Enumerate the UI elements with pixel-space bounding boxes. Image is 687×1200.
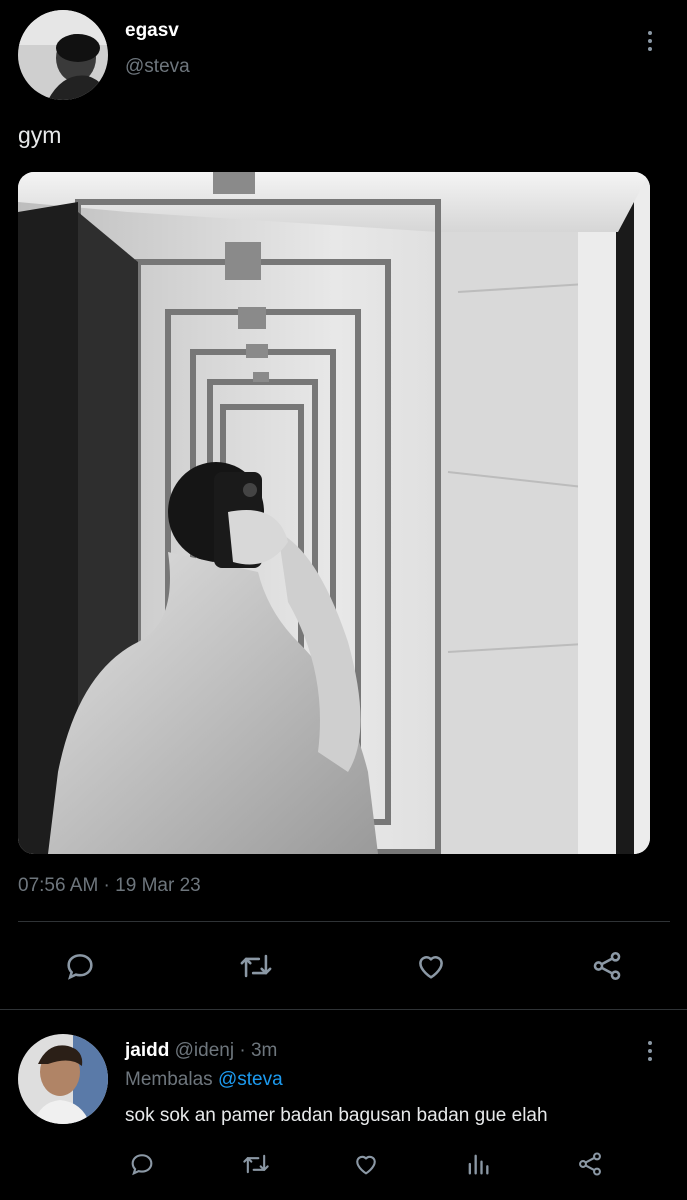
reply-icon[interactable] bbox=[63, 949, 97, 983]
divider bbox=[18, 921, 670, 922]
reply-handle[interactable]: @idenj bbox=[175, 1040, 234, 1061]
author-handle[interactable]: @steva bbox=[125, 56, 190, 78]
more-options-icon[interactable] bbox=[640, 29, 660, 53]
tweet-text: gym bbox=[18, 122, 62, 148]
author-display-name[interactable]: egasv bbox=[125, 20, 179, 42]
reply-share-icon[interactable] bbox=[576, 1150, 604, 1178]
reply-author-avatar[interactable] bbox=[18, 1034, 108, 1124]
replying-to-line: Membalas @steva bbox=[125, 1069, 283, 1091]
reply-display-name[interactable]: jaidd bbox=[125, 1040, 169, 1061]
mirror-selfie-image bbox=[18, 172, 650, 854]
replying-to-handle[interactable]: @steva bbox=[218, 1069, 283, 1090]
reply-text: sok sok an pamer badan bagusan badan gue… bbox=[125, 1105, 548, 1126]
reply-reply-icon[interactable] bbox=[128, 1150, 156, 1178]
reply-like-icon[interactable] bbox=[352, 1150, 380, 1178]
tweet-photo[interactable] bbox=[18, 172, 650, 854]
author-avatar[interactable] bbox=[18, 10, 108, 100]
share-icon[interactable] bbox=[590, 949, 624, 983]
reply-analytics-icon[interactable] bbox=[464, 1150, 492, 1178]
replying-to-label: Membalas bbox=[125, 1069, 213, 1090]
reply-more-options-icon[interactable] bbox=[640, 1039, 660, 1063]
retweet-icon[interactable] bbox=[237, 949, 275, 983]
divider bbox=[0, 1009, 687, 1010]
tweet-timestamp[interactable]: 07:56 AM · 19 Mar 23 bbox=[18, 875, 201, 897]
like-icon[interactable] bbox=[414, 949, 448, 983]
reply-retweet-icon[interactable] bbox=[240, 1150, 272, 1178]
reply-header: jaidd @idenj · 3m bbox=[125, 1040, 277, 1062]
reply-time[interactable]: · 3m bbox=[239, 1040, 277, 1061]
